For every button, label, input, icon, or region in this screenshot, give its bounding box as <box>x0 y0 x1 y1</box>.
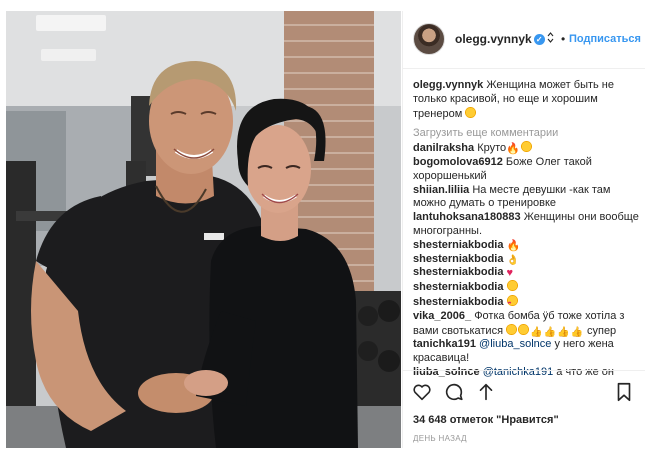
header-username[interactable]: olegg.vynnyk ✓ <box>455 32 554 46</box>
comment-username[interactable]: shesterniakbodia <box>413 296 503 308</box>
comment: shesterniakbodia 🔥 <box>413 239 641 253</box>
likes-count[interactable]: 34 648 отметок "Нравится" <box>413 414 559 426</box>
comment: shesterniakbodia 👌 <box>413 253 641 267</box>
comment-username[interactable]: shiian.liliia <box>413 184 469 196</box>
comment: shesterniakbodia ♥ <box>413 266 641 280</box>
fire-emoji-icon: 🔥 <box>506 143 520 156</box>
thumbs-up-emoji-icon: 👍 <box>543 326 557 338</box>
comment-username[interactable]: shesterniakbodia <box>413 266 503 278</box>
post-caption: olegg.vynnyk Женщина может быть не тольк… <box>413 79 641 121</box>
comment-text: Круто <box>477 142 507 155</box>
comments-list: olegg.vynnyk Женщина может быть не тольк… <box>413 79 641 380</box>
username-link[interactable]: olegg.vynnyk <box>455 32 532 46</box>
comment: shesterniakbodia <box>413 280 641 295</box>
smile-emoji-icon <box>520 141 532 153</box>
heart-eyes-emoji-icon <box>506 294 518 310</box>
comment: tanichka191 @liuba_solnce у него жена кр… <box>413 338 641 366</box>
smile-emoji-icon <box>518 323 530 335</box>
comment: lantuhoksana180883 Женщины они вообще мн… <box>413 211 641 239</box>
smile-emoji-icon <box>465 106 477 118</box>
load-more-comments-link[interactable]: Загрузить еще комментарии <box>413 127 641 141</box>
dropdown-icon[interactable] <box>547 32 554 43</box>
instagram-post: olegg.vynnyk ✓ • Подписаться olegg.vynnyk… <box>0 0 649 455</box>
comment-icon[interactable] <box>443 381 465 403</box>
post-photo[interactable] <box>6 11 401 448</box>
post-actions: 34 648 отметок "Нравится" ДЕНЬ НАЗАД <box>403 370 645 449</box>
thumbs-up-emoji-icon: 👍 <box>570 326 583 338</box>
heart-emoji-icon: ♥ <box>506 267 514 280</box>
post-timestamp[interactable]: ДЕНЬ НАЗАД <box>413 434 467 443</box>
comment: danilraksha Круто🔥 <box>413 141 641 156</box>
comment-username[interactable]: danilraksha <box>413 142 474 154</box>
comment: vika_2006_ Фотка бомба ÿб тоже хотіла з … <box>413 310 641 339</box>
comment-username[interactable]: tanichka191 <box>413 338 476 350</box>
comment-text-after: супер <box>586 324 617 337</box>
caption-username[interactable]: olegg.vynnyk <box>413 79 483 91</box>
thumbs-up-emoji-icon: 👍 <box>557 326 570 338</box>
ok-hand-emoji-icon: 👌 <box>506 254 519 266</box>
post-photo-image <box>6 11 401 448</box>
laughing-emoji-icon <box>506 280 518 292</box>
comment: shiian.liliia На месте девушки -как там … <box>413 184 641 212</box>
comment-username[interactable]: shesterniakbodia <box>413 281 503 293</box>
post-header: olegg.vynnyk ✓ • Подписаться <box>403 11 645 69</box>
comment-username[interactable]: shesterniakbodia <box>413 253 503 265</box>
share-icon[interactable] <box>475 381 497 403</box>
comment: bogomolova6912 Боже Олег такой хороршень… <box>413 156 641 184</box>
comment-username[interactable]: lantuhoksana180883 <box>413 211 521 223</box>
fire-emoji-icon: 🔥 <box>506 239 521 252</box>
follow-button[interactable]: Подписаться <box>569 33 641 45</box>
comment-mention-link[interactable]: @liuba_solnce <box>479 338 551 350</box>
comment-username[interactable]: bogomolova6912 <box>413 156 503 168</box>
post-sidebar: olegg.vynnyk ✓ • Подписаться olegg.vynnyk… <box>402 11 645 448</box>
smile-emoji-icon <box>506 323 518 335</box>
avatar[interactable] <box>413 23 445 55</box>
comment-username[interactable]: vika_2006_ <box>413 310 471 322</box>
bookmark-icon[interactable] <box>613 381 635 403</box>
comment-username[interactable]: shesterniakbodia <box>413 239 503 251</box>
verified-badge-icon: ✓ <box>533 34 545 45</box>
heart-outline-icon[interactable] <box>411 381 433 403</box>
comment: shesterniakbodia <box>413 294 641 310</box>
dot-separator: • <box>561 32 566 46</box>
thumbs-up-emoji-icon: 👍 <box>530 326 543 338</box>
